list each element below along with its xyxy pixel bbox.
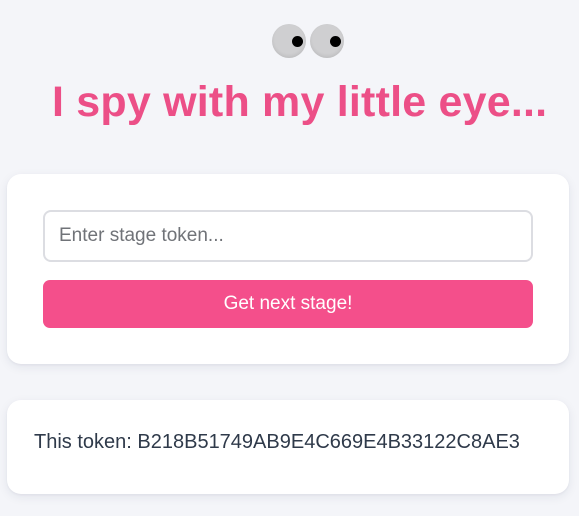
googly-eyes-icon — [272, 24, 344, 58]
page: I spy with my little eye... Get next sta… — [0, 0, 579, 516]
left-eye-icon — [272, 24, 306, 58]
page-title: I spy with my little eye... — [52, 78, 548, 126]
token-value: B218B51749AB9E4C669E4B33122C8AE3 — [137, 431, 520, 453]
token-label: This token: — [34, 431, 132, 453]
token-display: This token: B218B51749AB9E4C669E4B33122C… — [34, 431, 520, 454]
token-card: This token: B218B51749AB9E4C669E4B33122C… — [7, 400, 569, 494]
stage-token-input[interactable] — [43, 210, 533, 262]
left-pupil — [292, 36, 303, 47]
right-eye-icon — [310, 24, 344, 58]
get-next-stage-button[interactable]: Get next stage! — [43, 280, 533, 328]
right-pupil — [330, 36, 341, 47]
stage-form-card: Get next stage! — [7, 174, 569, 364]
